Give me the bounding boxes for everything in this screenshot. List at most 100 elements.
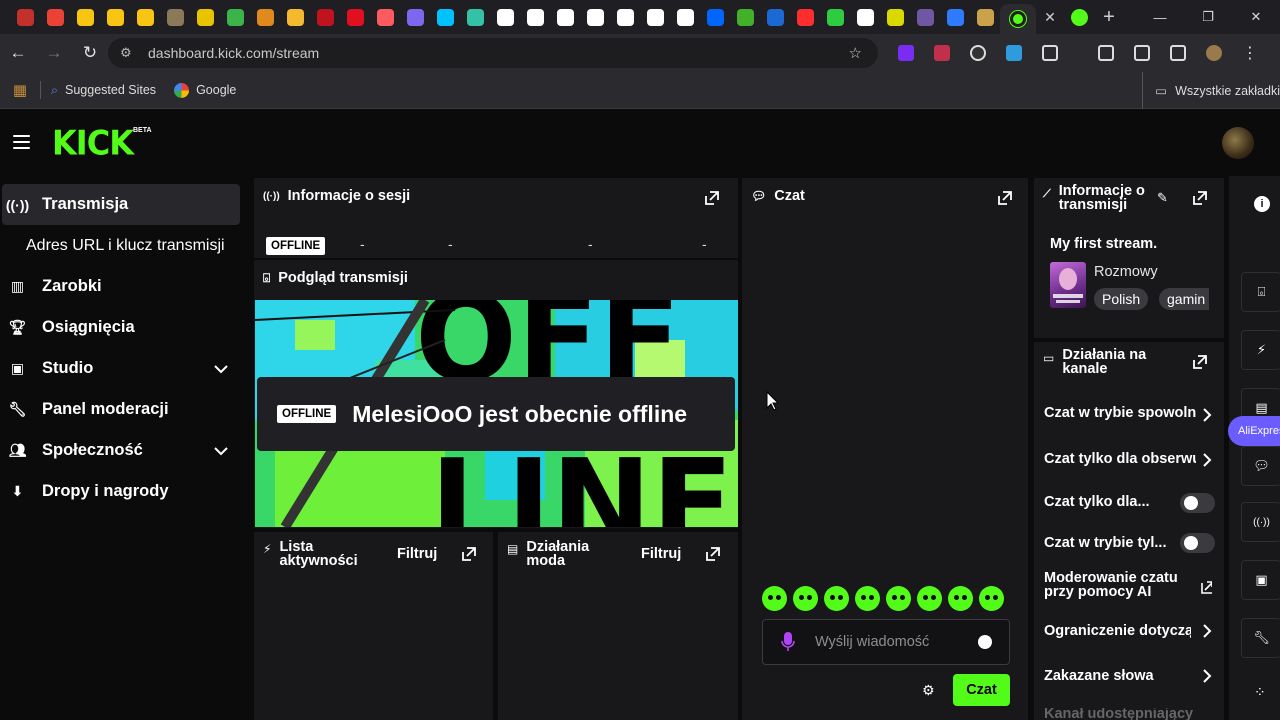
rail-activity-button[interactable]: ⚡︎ [1241,330,1280,370]
browser-tab[interactable] [430,0,460,34]
chevron-right-icon[interactable] [1201,668,1213,684]
category-name[interactable]: Rozmowy [1094,264,1158,280]
send-chat-button[interactable]: Czat [953,674,1010,706]
close-tab-icon[interactable]: ✕ [1036,9,1064,26]
browser-tab[interactable] [370,0,400,34]
extension-video-icon[interactable] [888,45,924,61]
browser-tab[interactable] [160,0,190,34]
browser-tab[interactable] [790,0,820,34]
browser-tab[interactable] [490,0,520,34]
sidebar-item-spolecznosc[interactable]: 👥︎ Społeczność [0,430,250,471]
browser-tab[interactable] [190,0,220,34]
toggle-switch[interactable] [1180,493,1215,513]
reading-mode-icon[interactable] [1124,45,1160,61]
back-icon[interactable]: ← [0,34,36,72]
filter-button[interactable]: Filtruj [397,546,437,562]
browser-tab[interactable] [550,0,580,34]
emote-8-icon[interactable] [979,586,1004,611]
browser-tab[interactable] [880,0,910,34]
browser-tab[interactable] [610,0,640,34]
browser-tab[interactable] [760,0,790,34]
microphone-icon[interactable] [781,632,795,652]
browser-tab[interactable] [400,0,430,34]
sidebar-item-panel-moderacji[interactable]: 🔧︎ Panel moderacji [0,389,250,430]
toggle-switch[interactable] [1180,533,1215,553]
browser-tab[interactable] [130,0,160,34]
emote-7-icon[interactable] [948,586,973,611]
browser-tab[interactable] [970,0,1000,34]
apps-grid-icon[interactable]: ▦ [0,81,40,99]
rail-wrench-button[interactable]: 🔧︎ [1241,618,1280,658]
browser-tab[interactable] [520,0,550,34]
browser-tab[interactable] [730,0,760,34]
action-restrictions[interactable]: Ograniczenie dotyczące [1044,623,1191,639]
chevron-down-icon[interactable] [212,360,230,378]
chevron-right-icon[interactable] [1201,452,1213,468]
action-emote-only[interactable]: Czat w trybie tyl... [1044,535,1174,551]
browser-tab[interactable] [700,0,730,34]
extension-blue-icon[interactable] [996,45,1032,61]
browser-tab[interactable] [310,0,340,34]
browser-tab[interactable] [850,0,880,34]
browser-tab[interactable] [340,0,370,34]
extensions-puzzle-icon[interactable] [1032,45,1068,61]
browser-tab[interactable] [910,0,940,34]
browser-tab[interactable] [280,0,310,34]
browser-tab[interactable] [820,0,850,34]
sidebar-item-dropy[interactable]: ⬇ Dropy i nagrody [0,471,250,512]
browser-tab[interactable] [100,0,130,34]
tag-pill[interactable]: gamin [1159,288,1209,310]
info-icon[interactable]: i [1254,196,1270,212]
browser-tab[interactable] [220,0,250,34]
browser-tab[interactable] [250,0,280,34]
sidebar-item-zarobki[interactable]: ▥ Zarobki [0,266,250,307]
bookmark-suggested-sites[interactable]: ⌕ Suggested Sites [51,83,156,98]
kick-logo[interactable]: KICK [52,123,134,163]
edit-pencil-icon[interactable]: ✎ [1157,190,1168,206]
browser-tab[interactable] [70,0,100,34]
popout-icon[interactable] [461,546,477,562]
emote-4-icon[interactable] [855,586,880,611]
aliexpress-extension-tab[interactable]: AliExpress [1228,416,1280,446]
browser-tab[interactable] [670,0,700,34]
sidebar-item-osiagniecia[interactable]: 🏆︎ Osiągnięcia [0,307,250,348]
rail-preview-button[interactable]: ⌻ [1241,272,1280,312]
close-window-icon[interactable]: ✕ [1232,0,1280,34]
all-bookmarks[interactable]: ▭ Wszystkie zakładki [1142,72,1280,109]
external-link-icon[interactable] [1200,579,1212,595]
popout-icon[interactable] [705,546,721,562]
popout-icon[interactable] [1192,190,1208,206]
emote-3-icon[interactable] [824,586,849,611]
emote-6-icon[interactable] [917,586,942,611]
hamburger-menu-icon[interactable] [13,135,30,149]
tag-pill[interactable]: Polish [1094,288,1149,310]
action-followers-only[interactable]: Czat tylko dla obserwujących [1044,451,1196,467]
browser-tab[interactable] [640,0,670,34]
action-channel-sharing[interactable]: Kanał udostępniający [1044,708,1216,720]
translate-icon[interactable] [1160,45,1196,61]
site-info-icon[interactable]: ⚙ [120,45,148,61]
sidebar-item-studio[interactable]: ▣ Studio [0,348,250,389]
action-ai-moderation[interactable]: Moderowanie czatu przy pomocy AI [1044,571,1194,599]
bookmark-google[interactable]: Google [174,82,236,98]
chat-settings-gear-icon[interactable]: ⚙ [922,683,936,697]
browser-tab[interactable] [580,0,610,34]
menu-dots-icon[interactable]: ⋮ [1232,43,1268,63]
emote-1-icon[interactable] [762,586,787,611]
bookmark-star-icon[interactable]: ☆ [849,44,862,62]
user-avatar[interactable] [1222,127,1254,159]
address-bar[interactable]: ⚙ dashboard.kick.com/stream ☆ [108,38,878,68]
reload-icon[interactable]: ↻ [72,34,108,72]
rail-camera-button[interactable]: ▣ [1241,560,1280,600]
popout-icon[interactable] [997,190,1013,206]
rail-chat-button[interactable]: 💬︎ [1241,446,1280,486]
browser-tab[interactable] [940,0,970,34]
chevron-down-icon[interactable] [212,442,230,460]
browser-tab[interactable] [10,0,40,34]
chevron-right-icon[interactable] [1201,623,1213,639]
popout-icon[interactable] [704,190,720,206]
popout-icon[interactable] [1192,354,1208,370]
chevron-right-icon[interactable] [1201,407,1213,423]
extension-chatgpt-icon[interactable] [960,45,996,61]
rail-broadcast-button[interactable]: ((·)) [1241,502,1280,542]
